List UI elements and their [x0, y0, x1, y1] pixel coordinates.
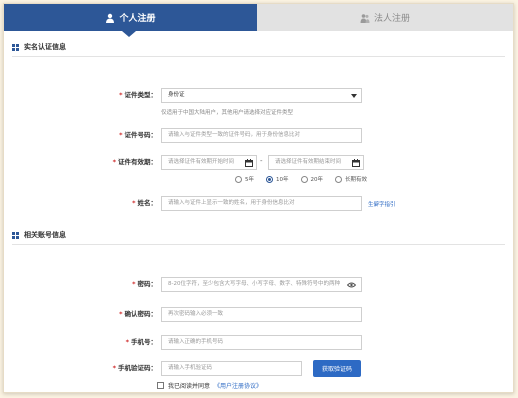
registration-tabs: 个人注册 法人注册: [4, 4, 513, 37]
validity-separator: -: [260, 157, 263, 165]
id-number-label: * 证件号码：: [119, 131, 157, 139]
section-divider: [12, 244, 505, 245]
section-account-title: 相关账号信息: [24, 231, 66, 239]
eye-icon[interactable]: [347, 282, 356, 288]
section-account-header: 相关账号信息: [12, 228, 66, 242]
validity-end-input[interactable]: 请选择证件有效期结束时间: [268, 155, 364, 170]
id-type-hint: 仅适用于中国大陆用户，其他用户请选择对应证件类型: [161, 110, 294, 116]
tab-personal-label: 个人注册: [119, 14, 156, 24]
name-label: * 姓名：: [132, 199, 157, 207]
sms-code-label: * 手机验证码：: [112, 364, 157, 372]
agreement-row: 我已阅读并同意 《用户注册协议》: [157, 381, 262, 390]
registration-panel: 个人注册 法人注册 实名认证信息 * 证件类型： 身份证 仅适用于中国大陆用户，其…: [3, 3, 514, 393]
confirm-password-label: * 确认密码：: [119, 310, 157, 318]
id-type-value: 身份证: [168, 92, 185, 98]
section-identity-title: 实名认证信息: [24, 43, 66, 51]
password-label: * 密码：: [132, 280, 157, 288]
tab-legal-label: 法人注册: [373, 14, 410, 24]
agreement-text: 我已阅读并同意: [168, 383, 211, 390]
section-identity-header: 实名认证信息: [12, 40, 66, 54]
radio-button[interactable]: [335, 175, 342, 183]
tab-legal-registration[interactable]: 法人注册: [257, 4, 513, 31]
radio-button-selected[interactable]: [266, 175, 273, 183]
agreement-checkbox[interactable]: [157, 382, 164, 389]
organization-icon: [360, 13, 370, 23]
radio-option-20y[interactable]: 20年: [300, 175, 323, 183]
tab-personal-registration[interactable]: 个人注册: [4, 4, 257, 31]
id-type-select[interactable]: 身份证: [161, 88, 362, 103]
phone-label: * 手机号：: [125, 338, 157, 346]
sms-code-input[interactable]: 请输入手机验证码: [161, 361, 302, 376]
name-input[interactable]: 请输入与证件上显示一致的姓名，用于身份信息比对: [161, 196, 362, 211]
radio-button[interactable]: [235, 175, 242, 183]
password-input[interactable]: 8-20位字符，至少包含大写字母、小写字母、数字、特殊符号中的两种: [161, 277, 362, 292]
radio-option-5y[interactable]: 5年: [235, 175, 254, 183]
user-icon: [105, 13, 115, 23]
get-verification-code-button[interactable]: 获取验证码: [313, 360, 361, 377]
grid-icon: [12, 231, 19, 239]
radio-option-permanent[interactable]: 长期有效: [335, 175, 367, 183]
user-agreement-link[interactable]: 《用户注册协议》: [214, 381, 262, 390]
radio-button[interactable]: [300, 175, 308, 183]
id-type-label: * 证件类型：: [119, 91, 157, 99]
validity-start-input[interactable]: 请选择证件有效期开始时间: [161, 155, 257, 170]
rare-character-guide-link[interactable]: 生僻字指引: [368, 200, 396, 208]
section-divider: [12, 56, 505, 57]
calendar-icon[interactable]: [352, 159, 360, 167]
grid-icon: [12, 43, 19, 51]
dropdown-arrow-icon: [351, 94, 357, 98]
id-number-input[interactable]: 请输入与证件类型一致的证件号码，用于身份信息比对: [161, 128, 362, 143]
validity-label: * 证件有效期：: [112, 158, 157, 166]
radio-option-10y[interactable]: 10年: [266, 175, 289, 183]
confirm-password-input[interactable]: 再次密码输入必须一致: [161, 307, 362, 322]
phone-input[interactable]: 请输入正确的手机号码: [161, 335, 362, 350]
active-tab-pointer: [122, 31, 136, 37]
validity-period-options: 5年 10年 20年 长期有效: [235, 175, 379, 183]
calendar-icon[interactable]: [245, 159, 253, 167]
